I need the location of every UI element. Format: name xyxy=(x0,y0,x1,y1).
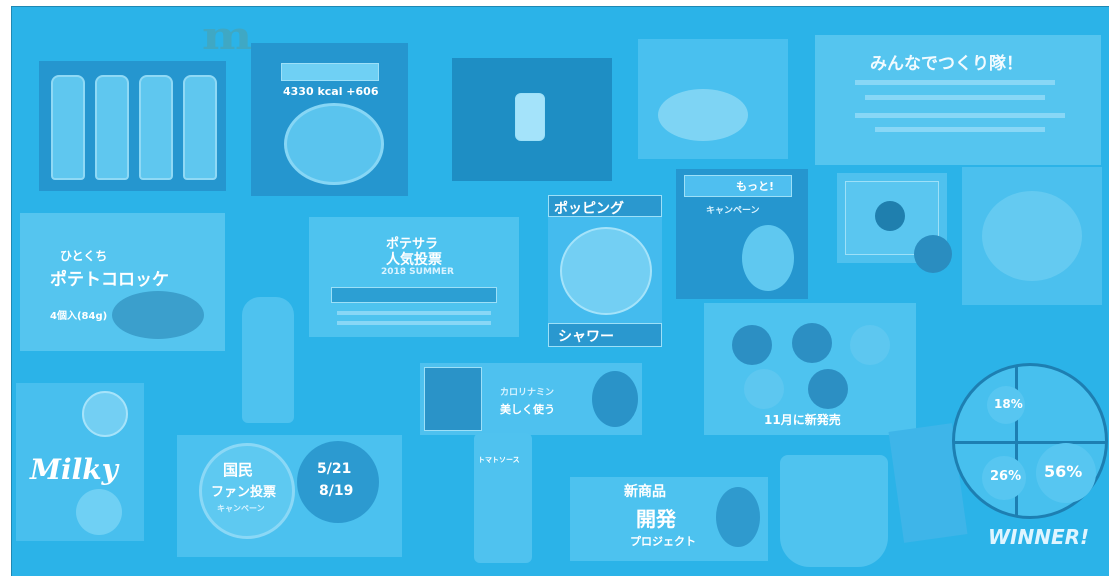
flower-icon xyxy=(875,201,905,231)
mini-subtitle: カロリナミン xyxy=(500,388,555,398)
chance-badge-text: もっと! xyxy=(736,180,775,193)
new-product-2: 開発 xyxy=(636,507,676,531)
milky-logo: Milky xyxy=(30,453,118,486)
burger-promo-tile: 4330 kcal +606 xyxy=(251,43,408,196)
ice-cream-icon xyxy=(560,227,652,315)
screen: m 4330 kcal +606 みんなでつくり隊！ ひとくち ポテトコロッケ … xyxy=(0,0,1109,576)
national-vote-tile: 国民 ファン投票 キャンペーン 5/21 8/19 xyxy=(177,435,402,557)
mini-photo-right xyxy=(592,371,638,427)
vote-title-2: ファン投票 xyxy=(211,485,277,500)
drink-bottles-tile xyxy=(39,61,226,191)
lamp-photo-tile xyxy=(452,58,612,181)
cup-product-tile xyxy=(780,455,888,567)
arch-logo-icon: m xyxy=(201,13,253,58)
bottle-icon xyxy=(139,75,173,180)
pie-label-18: 18% xyxy=(994,397,1023,411)
together-title: みんなでつくり隊！ xyxy=(870,54,1023,74)
pie-label-56: 56% xyxy=(1044,462,1083,481)
bottle-icon xyxy=(183,75,217,180)
bowl-icon xyxy=(982,191,1082,281)
croquette-count: 4個入(84g) xyxy=(50,311,108,322)
drink-bottle-tile xyxy=(242,297,294,423)
winner-text: WINNER! xyxy=(988,525,1090,549)
popping-top-text: ポッピング xyxy=(554,201,624,217)
donut-icon xyxy=(808,369,848,409)
chance-campaign-tile: もっと! キャンペーン xyxy=(676,169,808,299)
noodle-photo-tile xyxy=(962,167,1102,305)
croquette-food-icon xyxy=(112,291,204,339)
summer-subtitle: 2018 SUMMER xyxy=(381,267,454,277)
new-product-1: 新商品 xyxy=(624,484,666,500)
pie-divider xyxy=(955,441,1105,444)
milky-package-tile: Milky xyxy=(16,383,144,541)
burger-icon xyxy=(284,103,384,185)
lamp-icon xyxy=(515,93,545,141)
text-line xyxy=(337,321,491,325)
vote-campaign: キャンペーン xyxy=(217,504,265,513)
bottle-icon xyxy=(95,75,129,180)
new-product-3: プロジェクト xyxy=(630,535,696,548)
donut-icon xyxy=(744,369,784,409)
promo-counter-text: 4330 kcal +606 xyxy=(283,85,379,98)
mascot-icon xyxy=(716,487,760,547)
promo-header-bar xyxy=(281,63,379,81)
text-line xyxy=(865,95,1045,100)
croquette-package-tile: ひとくち ポテトコロッケ 4個入(84g) xyxy=(20,213,225,351)
sauce-label: トマトソース xyxy=(478,456,520,464)
mini-title: 美しく使う xyxy=(500,403,555,416)
chance-title: キャンペーン xyxy=(706,206,760,216)
popping-shower-tile: ポッピング シャワー xyxy=(548,195,662,347)
dates-badge xyxy=(297,441,379,523)
toy-shape-icon xyxy=(658,89,748,141)
text-line xyxy=(337,311,491,315)
pie-label-26: 26% xyxy=(990,469,1022,484)
text-line xyxy=(875,127,1045,132)
new-product-project-tile: 新商品 開発 プロジェクト xyxy=(570,477,768,561)
character-icon xyxy=(742,225,794,291)
summer-banner-text: 人気投票 xyxy=(386,252,442,268)
text-line xyxy=(855,113,1065,118)
product-collage-hero: m 4330 kcal +606 みんなでつくり隊！ ひとくち ポテトコロッケ … xyxy=(11,6,1109,576)
summer-ribbon xyxy=(331,287,497,303)
character-face-icon xyxy=(76,489,122,535)
mini-photo-left xyxy=(424,367,482,431)
seal-icon xyxy=(82,391,128,437)
bottle-icon xyxy=(51,75,85,180)
donut-icon xyxy=(732,325,772,365)
croquette-title: ひとくち xyxy=(60,249,108,263)
tomato-sauce-pack-tile: トマトソース xyxy=(474,433,532,563)
together-campaign-tile: みんなでつくり隊！ xyxy=(815,35,1101,165)
ball-icon xyxy=(914,235,952,273)
croquette-name: ポテトコロッケ xyxy=(50,270,169,290)
text-line xyxy=(855,80,1055,85)
toy-photo-tile xyxy=(638,39,788,159)
donut-icon xyxy=(792,323,832,363)
summer-vote-tile: ポテサラ 人気投票 2018 SUMMER xyxy=(309,217,519,337)
vote-dates-start: 5/21 xyxy=(317,461,352,477)
vote-title-1: 国民 xyxy=(223,461,254,479)
donut-lineup-tile: 11月に新発売 xyxy=(704,303,916,435)
mini-campaign-tile: カロリナミン 美しく使う xyxy=(420,363,642,435)
donut-icon xyxy=(850,325,890,365)
donut-release-label: 11月に新発売 xyxy=(764,413,841,427)
popping-bottom-text: シャワー xyxy=(558,329,614,345)
vote-dates-end: 8/19 xyxy=(319,483,354,499)
